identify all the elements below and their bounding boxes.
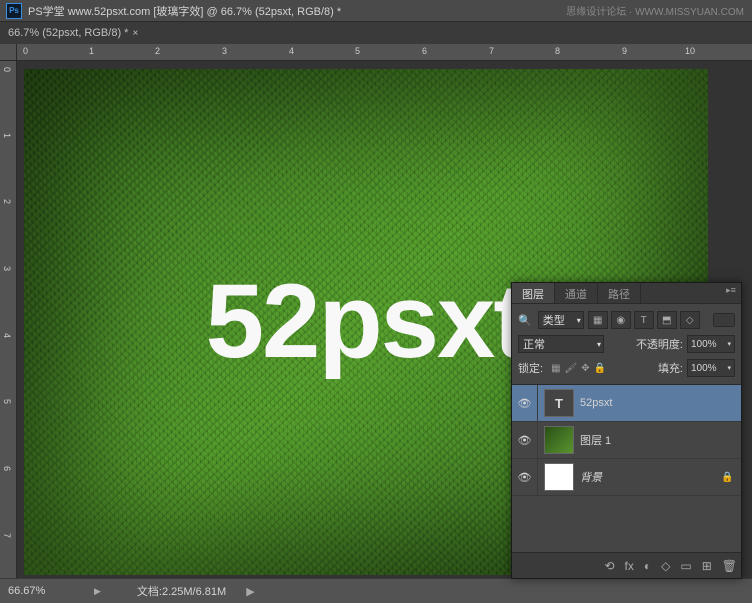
opacity-label: 不透明度: [636, 336, 683, 352]
search-icon: 🔍 [518, 314, 532, 327]
layers-controls: 🔍 类型 ▦ ◉ T ⬒ ◇ 正常 不透明度: 100% 锁定: ▦ 🖌 ✥ 🔒 [512, 304, 741, 384]
lock-all-icon[interactable]: 🔒 [594, 363, 606, 374]
document-title: PS学堂 www.52psxt.com [玻璃字效] @ 66.7% (52ps… [28, 3, 341, 19]
layer-name[interactable]: 图层 1 [580, 432, 741, 448]
layers-panel: 图层 通道 路径 ▸≡ 🔍 类型 ▦ ◉ T ⬒ ◇ 正常 不透明度: 100%… [511, 282, 742, 579]
layer-item[interactable]: 👁 背景 🔒 [512, 459, 741, 496]
layer-thumbnail-bg[interactable] [544, 463, 574, 491]
filter-type-icon[interactable]: T [634, 311, 654, 329]
panel-tabs: 图层 通道 路径 ▸≡ [512, 283, 741, 304]
layer-fx-icon[interactable]: fx [625, 559, 634, 573]
adjustment-layer-icon[interactable]: ◇ [661, 559, 670, 573]
lock-label: 锁定: [518, 360, 543, 376]
filter-shape-icon[interactable]: ⬒ [657, 311, 677, 329]
layer-name[interactable]: 52psxt [580, 397, 741, 409]
opacity-input[interactable]: 100% [687, 335, 735, 353]
layer-thumbnail-text[interactable]: T [544, 389, 574, 417]
tab-label: 66.7% (52psxt, RGB/8) * [8, 27, 128, 39]
ps-app-icon: Ps [6, 3, 22, 19]
close-icon[interactable]: × [132, 28, 138, 39]
layer-item[interactable]: 👁 图层 1 [512, 422, 741, 459]
layers-panel-footer: ⟲ fx ◐ ◇ ▭ ⊞ 🗑 [512, 552, 741, 578]
filter-pixel-icon[interactable]: ▦ [588, 311, 608, 329]
visibility-toggle-icon[interactable]: 👁 [512, 397, 537, 410]
status-bar: 66.67% ▶ 文档:2.25M/6.81M ▶ [0, 578, 752, 603]
layer-thumbnail-image[interactable] [544, 426, 574, 454]
status-flyout-icon[interactable]: ▶ [246, 585, 254, 598]
lock-position-icon[interactable]: ✥ [581, 363, 589, 374]
fill-label: 填充: [658, 360, 683, 376]
filter-type-dropdown[interactable]: 类型 [538, 311, 584, 329]
title-bar: Ps PS学堂 www.52psxt.com [玻璃字效] @ 66.7% (5… [0, 0, 752, 22]
horizontal-ruler[interactable]: 0 1 2 3 4 5 6 7 8 9 10 [17, 44, 752, 61]
layer-mask-icon[interactable]: ◐ [644, 559, 651, 573]
doc-size: 文档:2.25M/6.81M [137, 583, 226, 599]
lock-pixels-icon[interactable]: 🖌 [565, 363, 578, 374]
visibility-toggle-icon[interactable]: 👁 [512, 434, 537, 447]
tab-layers[interactable]: 图层 [512, 283, 555, 303]
document-tab[interactable]: 66.7% (52psxt, RGB/8) * × [0, 22, 146, 44]
layers-list: 👁 T 52psxt 👁 图层 1 👁 背景 🔒 [512, 384, 741, 496]
new-layer-icon[interactable]: ⊞ [702, 559, 712, 573]
zoom-flyout-icon[interactable]: ▶ [94, 586, 101, 597]
ruler-origin[interactable] [0, 44, 17, 61]
lock-icon[interactable]: 🔒 [721, 472, 741, 483]
visibility-toggle-icon[interactable]: 👁 [512, 471, 537, 484]
tab-channels[interactable]: 通道 [555, 283, 598, 303]
watermark: 思缘设计论坛 · WWW.MISSYUAN.COM [566, 3, 744, 18]
group-icon[interactable]: ▭ [680, 559, 691, 573]
text-layer-content: 52psxt [206, 262, 527, 382]
delete-layer-icon[interactable]: 🗑 [722, 559, 737, 573]
document-tab-bar: 66.7% (52psxt, RGB/8) * × [0, 22, 752, 44]
layer-name[interactable]: 背景 [580, 469, 721, 485]
panel-menu-icon[interactable]: ▸≡ [723, 285, 739, 296]
filter-adjust-icon[interactable]: ◉ [611, 311, 631, 329]
link-layers-icon[interactable]: ⟲ [604, 559, 614, 573]
filter-toggle-switch[interactable] [713, 313, 735, 327]
zoom-level[interactable]: 66.67% [8, 585, 88, 597]
layer-item[interactable]: 👁 T 52psxt [512, 385, 741, 422]
fill-input[interactable]: 100% [687, 359, 735, 377]
lock-transparent-icon[interactable]: ▦ [551, 363, 560, 374]
tab-paths[interactable]: 路径 [598, 283, 641, 303]
filter-smart-icon[interactable]: ◇ [680, 311, 700, 329]
vertical-ruler[interactable]: 0 1 2 3 4 5 6 7 [0, 61, 17, 578]
blend-mode-dropdown[interactable]: 正常 [518, 335, 604, 353]
